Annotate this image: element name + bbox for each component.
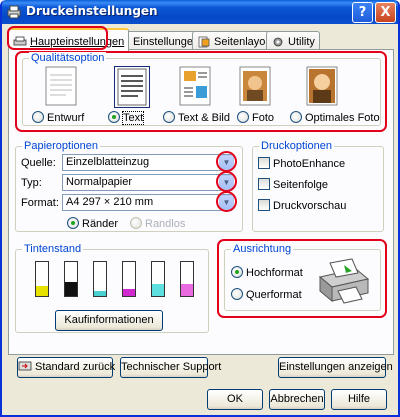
quality-photo-image[interactable] <box>236 66 276 109</box>
print-preview-checkbox[interactable]: Druckvorschau <box>258 199 346 212</box>
quality-draft-image[interactable] <box>42 66 82 109</box>
window-title: Druckeinstellungen <box>26 4 158 18</box>
quality-photo-label: Foto <box>252 112 275 124</box>
radio-icon <box>163 111 175 123</box>
photo-icon <box>239 66 271 106</box>
purchase-info-button[interactable]: Kaufinformationen <box>55 310 163 331</box>
ink-fill <box>152 284 164 296</box>
ink-fill <box>65 282 77 296</box>
landscape-label: Querformat <box>246 289 302 301</box>
tab-label: Utility <box>288 36 315 48</box>
borderless-radio[interactable]: Randlos <box>130 217 185 230</box>
help-title-button[interactable]: ? <box>352 2 373 23</box>
type-label: Typ: <box>21 177 42 189</box>
quality-text-label: Text <box>121 111 145 125</box>
quality-text-image-radio[interactable]: Text & Bild <box>163 111 230 124</box>
page-order-checkbox[interactable]: Seitenfolge <box>258 178 328 191</box>
text-page-icon <box>113 65 151 109</box>
photo-enhance-label: PhotoEnhance <box>273 158 346 170</box>
highlight-main-tab <box>7 26 108 50</box>
ink-fill <box>36 286 48 296</box>
ink-cartridge-4 <box>122 261 136 297</box>
radio-selected-icon <box>108 111 120 123</box>
source-select[interactable]: Einzelblatteinzug <box>62 154 232 171</box>
quality-draft-radio[interactable]: Entwurf <box>32 111 84 124</box>
best-photo-icon <box>306 66 338 106</box>
highlight-format-dropdown <box>216 191 237 212</box>
margins-radio[interactable]: Ränder <box>67 217 118 230</box>
highlight-source-dropdown <box>216 151 237 172</box>
portrait-label: Hochformat <box>246 267 303 279</box>
quality-best-photo-image[interactable] <box>303 66 343 109</box>
ink-level-legend: Tintenstand <box>22 243 84 255</box>
technical-support-button[interactable]: Technischer Support <box>120 357 221 378</box>
quality-legend: Qualitätsoption <box>29 52 107 64</box>
highlight-type-dropdown <box>216 171 237 192</box>
text-and-image-page-icon <box>179 66 211 106</box>
quality-text-image-label: Text & Bild <box>178 112 230 124</box>
printer-icon <box>7 5 21 19</box>
radio-icon <box>130 217 142 229</box>
page-order-label: Seitenfolge <box>273 179 329 191</box>
printer-orientation-icon <box>318 258 370 304</box>
tab-label: Einstellungen <box>133 36 200 48</box>
quality-best-photo-radio[interactable]: Optimales Foto <box>290 111 380 124</box>
ink-cartridge-5 <box>151 261 165 297</box>
landscape-radio[interactable]: Querformat <box>231 288 302 301</box>
cancel-button[interactable]: Abbrechen <box>269 389 325 410</box>
restore-defaults-button[interactable]: Standard zurück <box>17 357 116 378</box>
quality-text-image-mixed[interactable] <box>176 66 216 109</box>
checkbox-icon <box>258 157 270 169</box>
ink-cartridge-2 <box>64 261 78 297</box>
radio-selected-icon <box>231 266 243 278</box>
ink-fill <box>181 284 193 296</box>
radio-icon <box>290 111 302 123</box>
utility-icon <box>273 37 283 47</box>
ok-button[interactable]: OK <box>207 389 263 410</box>
portrait-radio[interactable]: Hochformat <box>231 266 303 279</box>
tab-utility[interactable]: Utility <box>266 31 320 50</box>
photo-enhance-checkbox[interactable]: PhotoEnhance <box>258 157 345 170</box>
format-select[interactable]: A4 297 × 210 mm <box>62 194 232 211</box>
radio-selected-icon <box>67 217 79 229</box>
ink-cartridge-6 <box>180 261 194 297</box>
page-layout-icon <box>198 36 210 48</box>
restore-defaults-label: Standard zurück <box>35 361 116 373</box>
borderless-label: Randlos <box>145 218 186 230</box>
draft-page-icon <box>45 66 77 106</box>
checkbox-icon <box>258 178 270 190</box>
quality-text-radio[interactable]: Text <box>108 111 145 125</box>
quality-draft-label: Entwurf <box>47 112 85 124</box>
radio-icon <box>231 288 243 300</box>
help-button[interactable]: Hilfe <box>331 389 387 410</box>
checkbox-icon <box>258 199 270 211</box>
source-label: Quelle: <box>21 157 56 169</box>
format-label: Format: <box>21 197 59 209</box>
ink-fill <box>94 291 106 296</box>
quality-photo-radio[interactable]: Foto <box>237 111 274 124</box>
print-settings-window: Druckeinstellungen ? X Haupteinstellunge… <box>0 0 400 417</box>
margins-label: Ränder <box>82 218 119 230</box>
radio-icon <box>32 111 44 123</box>
close-button[interactable]: X <box>375 2 396 23</box>
quality-best-photo-label: Optimales Foto <box>305 112 380 124</box>
title-bar: Druckeinstellungen ? X <box>2 0 398 24</box>
ink-cartridge-1 <box>35 261 49 297</box>
show-settings-button[interactable]: Einstellungen anzeigen <box>278 357 393 378</box>
reset-icon <box>18 361 32 371</box>
print-preview-label: Druckvorschau <box>273 200 347 212</box>
radio-icon <box>237 111 249 123</box>
ink-fill <box>123 289 135 296</box>
paper-options-legend: Papieroptionen <box>22 140 101 152</box>
quality-text-image[interactable] <box>112 65 152 111</box>
print-options-legend: Druckoptionen <box>259 140 334 152</box>
type-select[interactable]: Normalpapier <box>62 174 232 191</box>
orientation-legend: Ausrichtung <box>231 243 294 255</box>
ink-cartridge-3 <box>93 261 107 297</box>
